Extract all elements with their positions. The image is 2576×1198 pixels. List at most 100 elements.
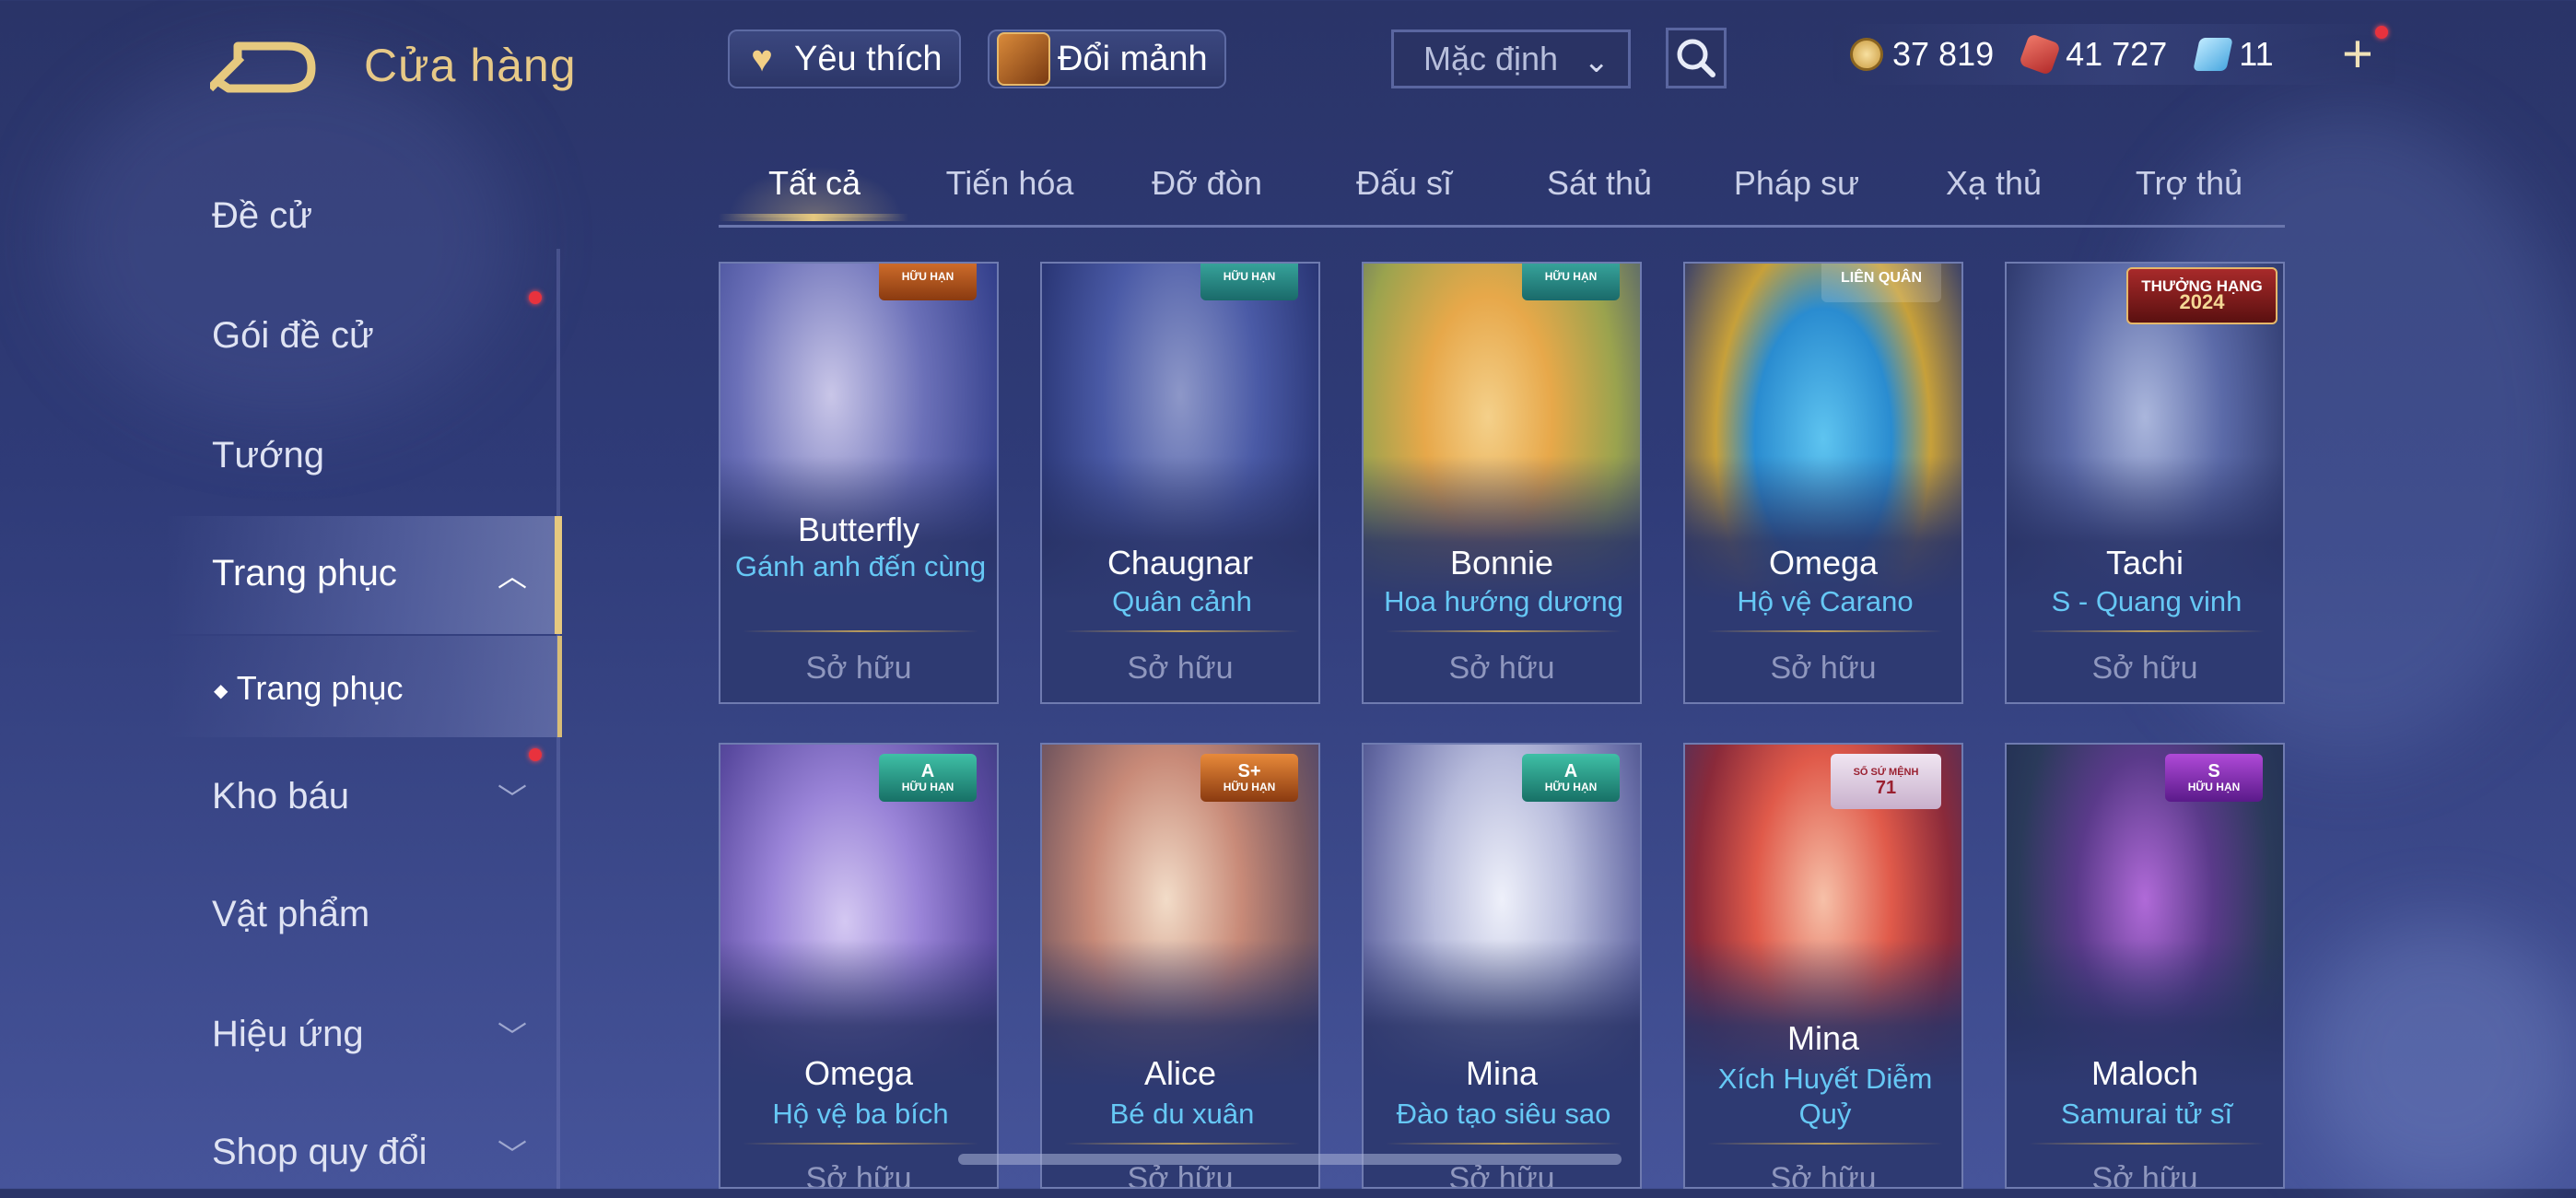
chevron-down-icon: ﹀ (498, 782, 528, 816)
hero-name: Chaugnar (1107, 544, 1254, 581)
hero-name: Maloch (2090, 1054, 2199, 1092)
chevron-down-icon: ⌄ (1583, 44, 1610, 79)
gold-amount: 37 819 (1892, 35, 1995, 73)
coupon-balance: 41 727 (2019, 32, 2168, 76)
sidebar-item-skins[interactable]: Trang phục (212, 553, 397, 594)
tab-all[interactable]: Tất cả (768, 164, 861, 203)
sidebar-item-recommended-packs[interactable]: Gói đề cử (212, 315, 374, 357)
limited-badge: HỮU HẠN (879, 264, 977, 300)
owned-status: Sở hữu (805, 1161, 912, 1189)
sidebar-subitem-label: Trang phục (236, 669, 404, 707)
diamond-amount: 11 (2239, 35, 2274, 73)
skin-name: Quân cảnh (1112, 585, 1252, 617)
active-tab-indicator (719, 214, 908, 221)
diamond-bullet-icon: ◆ (214, 680, 228, 701)
skin-name: Hộ vệ Carano (1737, 585, 1914, 617)
sidebar-item-exchange-shop[interactable]: Shop quy đổi (212, 1132, 427, 1173)
sidebar-subitem-skins[interactable]: ◆ Trang phục (214, 669, 404, 708)
skin-name: Đào tạo siêu sao (1396, 1098, 1611, 1130)
grade-badge: A HỮU HẠN (879, 754, 977, 802)
skin-name: Hoa hướng dương (1384, 585, 1623, 617)
sidebar-item-heroes[interactable]: Tướng (212, 435, 324, 476)
mission-number-badge: SỐ SỨ MỆNH 71 (1831, 754, 1941, 809)
owned-status: Sở hữu (1127, 651, 1234, 686)
hero-name: Butterfly (797, 511, 920, 548)
notification-dot (529, 291, 542, 304)
notification-dot (529, 748, 542, 761)
skin-card[interactable]: HỮU HẠN Bonnie Hoa hướng dương Sở hữu (1362, 262, 1642, 704)
skin-card[interactable]: S+ HỮU HẠN Alice Bé du xuân Sở hữu (1040, 743, 1320, 1189)
favorite-label: Yêu thích (794, 39, 943, 78)
heart-icon: ♥ (751, 38, 773, 79)
skin-card[interactable]: SỐ SỨ MỆNH 71 Mina Xích Huyết Diễm Quỷ Sở… (1683, 743, 1963, 1189)
owned-status: Sở hữu (1448, 1161, 1555, 1189)
sort-value: Mặc định (1423, 40, 1559, 77)
tab-fighter[interactable]: Đấu sĩ (1356, 164, 1452, 203)
skin-name: Hộ vệ ba bích (772, 1098, 949, 1130)
diamond-icon (2193, 38, 2234, 71)
sidebar-item-treasure[interactable]: Kho báu (212, 776, 349, 817)
exchange-fragments-button[interactable]: Đổi mảnh (988, 29, 1226, 88)
page-title: Cửa hàng (364, 40, 577, 91)
hero-name: Omega (803, 1054, 914, 1092)
currency-bar: 37 819 41 727 11 (1833, 24, 2395, 85)
hero-name: Mina (1786, 1019, 1860, 1057)
owned-status: Sở hữu (1770, 651, 1877, 686)
skin-card[interactable]: THƯỞNG HẠNG 2024 Tachi S - Quang vinh Sở… (2005, 262, 2285, 704)
skin-card[interactable]: LIÊN QUÂN Omega Hộ vệ Carano Sở hữu (1683, 262, 1963, 704)
chevron-up-icon: ︿ (498, 559, 528, 593)
gold-coin-icon (1850, 38, 1883, 71)
hero-name: Omega (1768, 544, 1879, 581)
sort-dropdown[interactable]: Mặc định ⌄ (1391, 29, 1631, 88)
coupon-amount: 41 727 (2066, 35, 2168, 73)
owned-status: Sở hữu (1127, 1161, 1234, 1189)
treasure-box-icon (997, 32, 1050, 86)
limited-badge: HỮU HẠN (1200, 264, 1298, 300)
tab-support[interactable]: Trợ thủ (2136, 164, 2242, 203)
skin-card[interactable]: A HỮU HẠN Omega Hộ vệ ba bích Sở hữu (719, 743, 999, 1189)
red-coupon-icon (2019, 32, 2062, 76)
gold-balance: 37 819 (1850, 35, 1994, 74)
grade-badge: A HỮU HẠN (1522, 754, 1620, 802)
skin-card[interactable]: HỮU HẠN Chaugnar Quân cảnh Sở hữu (1040, 262, 1320, 704)
sidebar-item-recommended[interactable]: Đề cử (212, 195, 312, 237)
tab-evolution[interactable]: Tiến hóa (946, 164, 1074, 203)
skin-name: S - Quang vinh (2051, 585, 2242, 617)
tab-marksman[interactable]: Xạ thủ (1946, 164, 2042, 203)
hero-name: Mina (1465, 1054, 1539, 1092)
tab-mage[interactable]: Pháp sư (1734, 164, 1859, 203)
limited-badge: HỮU HẠN (1522, 264, 1620, 300)
skin-name: Samurai tử sĩ (2060, 1098, 2233, 1130)
skin-card[interactable]: S HỮU HẠN Maloch Samurai tử sĩ Sở hữu (2005, 743, 2285, 1189)
tab-assassin[interactable]: Sát thủ (1547, 164, 1652, 203)
liên-quân-logo: LIÊN QUÂN (1821, 264, 1941, 302)
skin-name: Bé du xuân (1109, 1098, 1255, 1130)
notification-dot (2375, 26, 2388, 39)
rank-reward-badge: THƯỞNG HẠNG 2024 (2126, 267, 2277, 324)
tab-tank[interactable]: Đỡ đòn (1152, 164, 1262, 203)
exchange-label: Đổi mảnh (1058, 39, 1208, 78)
favorite-button[interactable]: ♥ Yêu thích (728, 29, 961, 88)
sidebar-item-items[interactable]: Vật phẩm (212, 894, 369, 935)
owned-status: Sở hữu (1770, 1161, 1877, 1189)
diamond-balance: 11 (2193, 35, 2274, 74)
skin-name: Gánh anh đến cùng (734, 550, 987, 582)
scrollbar[interactable] (958, 1154, 1622, 1165)
hero-name: Alice (1143, 1054, 1217, 1092)
back-button[interactable] (206, 35, 321, 96)
skin-name: Xích Huyết Diễm Quỷ (1717, 1063, 1933, 1130)
chevron-down-icon: ﹀ (498, 1020, 528, 1053)
skin-card[interactable]: HỮU HẠN Butterfly Gánh anh đến cùng Sở h… (719, 262, 999, 704)
owned-status: Sở hữu (1448, 651, 1555, 686)
sidebar-item-effects[interactable]: Hiệu ứng (212, 1014, 364, 1055)
owned-status: Sở hữu (2091, 651, 2198, 686)
skin-card[interactable]: A HỮU HẠN Mina Đào tạo siêu sao Sở hữu (1362, 743, 1642, 1189)
back-arrow-icon (206, 41, 316, 93)
search-icon (1677, 39, 1715, 77)
search-button[interactable] (1666, 28, 1727, 88)
owned-status: Sở hữu (2091, 1161, 2198, 1189)
category-tabs: Tất cả Tiến hóa Đỡ đòn Đấu sĩ Sát thủ Ph… (719, 157, 2285, 228)
hero-name: Tachi (2105, 544, 2184, 581)
chevron-down-icon: ﹀ (498, 1138, 528, 1171)
plus-icon[interactable]: + (2342, 28, 2373, 81)
